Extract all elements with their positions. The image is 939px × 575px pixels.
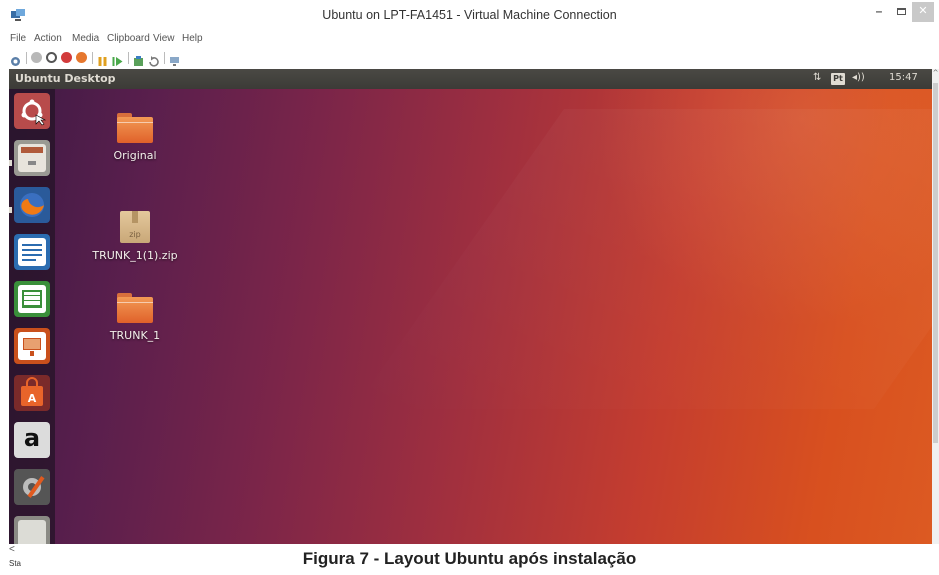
menu-bar: File Action Media Clipboard View Help xyxy=(0,30,939,47)
shut-down-icon[interactable] xyxy=(61,52,72,63)
launcher-ubuntu-software[interactable]: A xyxy=(14,375,50,411)
toolbar-separator xyxy=(92,52,93,64)
terminal-icon xyxy=(18,520,46,544)
impress-icon xyxy=(18,332,46,360)
clock[interactable]: 15:47 xyxy=(889,72,918,83)
window-title-bar: Ubuntu on LPT-FA1451 - Virtual Machine C… xyxy=(0,0,939,30)
ubuntu-logo-icon xyxy=(21,99,47,126)
maximize-button[interactable] xyxy=(892,2,910,22)
checkpoint-icon[interactable] xyxy=(133,52,144,66)
minimize-button[interactable]: – xyxy=(868,2,890,22)
folder-icon xyxy=(117,113,153,143)
running-indicator xyxy=(9,207,12,213)
desktop-icon-original[interactable]: Original xyxy=(85,113,185,162)
turn-off-icon[interactable] xyxy=(46,52,57,63)
toolbar-separator xyxy=(128,52,129,64)
software-center-icon: A xyxy=(21,377,43,406)
menu-file[interactable]: File xyxy=(10,33,26,44)
desktop-icon-label: Original xyxy=(113,149,157,162)
scroll-up-arrow-icon[interactable]: ^ xyxy=(932,69,939,79)
toolbar-separator xyxy=(26,52,27,64)
amazon-letter: a xyxy=(23,424,41,452)
enhanced-session-icon[interactable] xyxy=(169,52,180,66)
folder-icon xyxy=(117,293,153,323)
figure-caption: Figura 7 - Layout Ubuntu após instalação xyxy=(302,549,637,568)
menu-media[interactable]: Media xyxy=(72,33,99,44)
volume-icon[interactable]: ◂)) xyxy=(852,72,865,83)
launcher-terminal[interactable] xyxy=(14,516,50,544)
keyboard-layout-indicator[interactable]: Pt xyxy=(831,73,845,85)
launcher-libreoffice-impress[interactable] xyxy=(14,328,50,364)
resume-icon[interactable] xyxy=(112,52,123,66)
launcher-libreoffice-writer[interactable] xyxy=(14,234,50,270)
settings-icon xyxy=(23,476,45,498)
writer-icon xyxy=(18,238,46,266)
start-icon[interactable] xyxy=(31,52,42,63)
launcher-libreoffice-calc[interactable] xyxy=(14,281,50,317)
desktop-icon-label: TRUNK_1 xyxy=(109,329,161,342)
screenshot-root: Ubuntu on LPT-FA1451 - Virtual Machine C… xyxy=(0,0,939,575)
desktop-icon-trunk[interactable]: TRUNK_1 xyxy=(85,293,185,342)
launcher-system-settings[interactable] xyxy=(14,469,50,505)
revert-icon[interactable] xyxy=(148,52,159,67)
calc-icon xyxy=(18,285,46,313)
network-icon[interactable]: ⇅ xyxy=(813,72,821,83)
pause-icon[interactable] xyxy=(97,52,108,66)
menu-action[interactable]: Action xyxy=(34,33,62,44)
running-indicator xyxy=(9,160,12,166)
menu-clipboard[interactable]: Clipboard xyxy=(107,33,150,44)
save-icon[interactable] xyxy=(76,52,87,63)
launcher-amazon[interactable]: a xyxy=(14,422,50,458)
menu-view[interactable]: View xyxy=(153,33,175,44)
desktop-icon-label: TRUNK_1(1).zip xyxy=(92,249,178,262)
vertical-scrollbar[interactable]: ^ xyxy=(932,69,939,544)
firefox-icon xyxy=(20,193,44,217)
vm-screen[interactable]: Ubuntu Desktop ⇅ Pt ◂)) 15:47 A a Origin… xyxy=(9,69,932,544)
panel-title: Ubuntu Desktop xyxy=(15,72,116,85)
zip-archive-icon: zip xyxy=(120,211,150,243)
launcher-dash-home[interactable] xyxy=(14,93,50,129)
launcher-firefox[interactable] xyxy=(14,187,50,223)
files-icon xyxy=(18,144,46,172)
maximize-icon xyxy=(896,8,906,15)
window-title: Ubuntu on LPT-FA1451 - Virtual Machine C… xyxy=(322,8,617,22)
toolbar-separator xyxy=(164,52,165,64)
unity-launcher: A a xyxy=(9,89,55,544)
close-button[interactable]: ✕ xyxy=(912,2,934,22)
ubuntu-top-panel: Ubuntu Desktop ⇅ Pt ◂)) 15:47 xyxy=(9,69,932,89)
svg-text:A: A xyxy=(28,392,37,405)
launcher-files[interactable] xyxy=(14,140,50,176)
wallpaper-beam xyxy=(353,109,932,409)
desktop-icon-zip[interactable]: zip TRUNK_1(1).zip xyxy=(85,211,185,262)
scrollbar-thumb[interactable] xyxy=(933,83,938,443)
menu-help[interactable]: Help xyxy=(182,33,203,44)
ctrl-alt-del-icon[interactable] xyxy=(10,52,21,66)
amazon-icon: a xyxy=(14,422,50,458)
toolbar xyxy=(0,47,939,68)
